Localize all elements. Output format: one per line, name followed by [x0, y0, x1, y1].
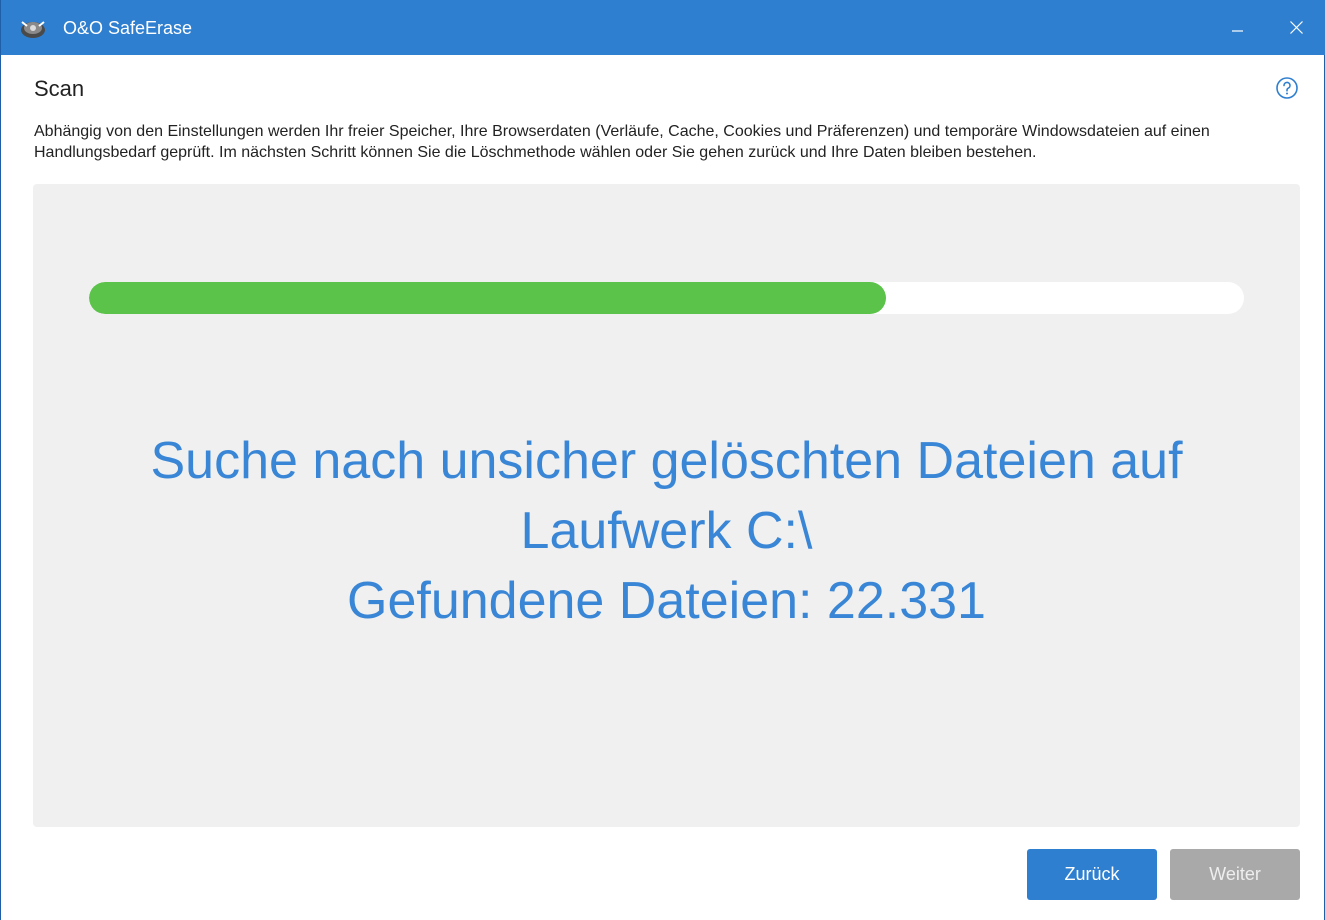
scan-progress-bar [89, 282, 1244, 314]
scan-progress-fill [89, 282, 886, 314]
scan-description: Abhängig von den Einstellungen werden Ih… [34, 123, 1210, 161]
back-button[interactable]: Zurück [1027, 849, 1157, 900]
scan-status-line-1: Suche nach unsicher gelöschten Dateien a… [150, 432, 1183, 490]
scan-panel: Suche nach unsicher gelöschten Dateien a… [33, 184, 1300, 827]
next-button: Weiter [1170, 849, 1300, 900]
minimize-button[interactable] [1215, 0, 1261, 55]
scan-status: Suche nach unsicher gelöschten Dateien a… [53, 426, 1280, 636]
close-icon [1289, 21, 1303, 34]
help-icon[interactable] [1275, 76, 1299, 100]
oo-safeerase-app-icon [21, 21, 45, 38]
window-title: O&O SafeErase [63, 18, 193, 38]
minimize-icon [1232, 29, 1243, 32]
app-window: O&O SafeErase Scan Abhängig von den Eins… [0, 0, 1325, 920]
scan-status-line-3: Gefundene Dateien: 22.331 [347, 572, 986, 630]
close-button[interactable] [1273, 0, 1319, 55]
page-title: Scan [34, 76, 85, 101]
scan-status-line-2: Laufwerk C:\ [520, 502, 813, 560]
title-bar[interactable]: O&O SafeErase [1, 0, 1325, 55]
